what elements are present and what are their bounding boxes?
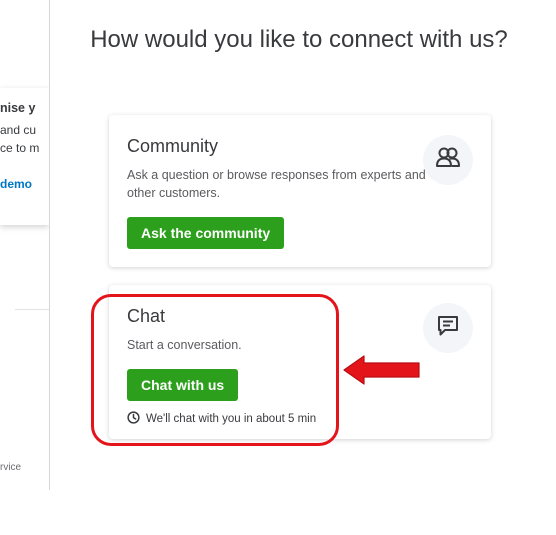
page-title: How would you like to connect with us? xyxy=(90,26,508,53)
background-demo-link[interactable]: demo xyxy=(0,177,32,191)
background-heading: nise y xyxy=(0,101,36,115)
ask-community-button[interactable]: Ask the community xyxy=(127,217,285,249)
panel-divider xyxy=(49,0,50,490)
background-page: nise y and cu ce to m demo rvice xyxy=(0,0,50,490)
community-description: Ask a question or browse responses from … xyxy=(127,168,426,200)
background-text-line: ce to m xyxy=(0,141,40,155)
people-icon xyxy=(435,146,461,175)
background-divider xyxy=(15,309,50,310)
community-icon-badge xyxy=(423,135,473,185)
annotation-highlight-box xyxy=(91,294,339,446)
annotation-arrow-icon xyxy=(342,353,422,392)
background-footer-text: rvice xyxy=(0,462,22,473)
community-title: Community xyxy=(127,136,219,156)
chat-icon xyxy=(436,314,460,343)
chat-icon-badge xyxy=(423,303,473,353)
community-card: Community Ask a question or browse respo… xyxy=(109,115,491,267)
background-text-line: and cu xyxy=(0,123,37,137)
